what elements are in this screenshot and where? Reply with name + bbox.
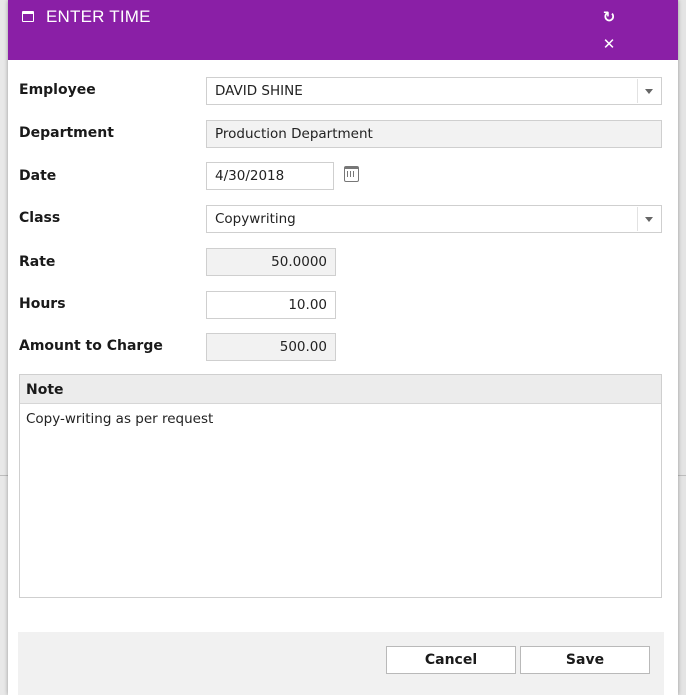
amount-field: 500.00 xyxy=(206,333,336,361)
chevron-down-icon[interactable] xyxy=(637,207,660,231)
department-label: Department xyxy=(19,125,114,141)
hours-label: Hours xyxy=(19,296,66,312)
department-field: Production Department xyxy=(206,120,662,148)
dialog-title: ENTER TIME xyxy=(46,7,151,26)
amount-label: Amount to Charge xyxy=(19,338,163,354)
employee-label: Employee xyxy=(19,82,96,98)
note-label: Note xyxy=(20,375,661,404)
dialog-titlebar: ENTER TIME ↻ ✕ xyxy=(8,0,678,60)
enter-time-dialog: ENTER TIME ↻ ✕ Employee DAVID SHINE Depa… xyxy=(8,0,678,695)
window-icon xyxy=(22,11,34,22)
note-textarea[interactable]: Copy-writing as per request xyxy=(20,404,661,434)
background-left-strip xyxy=(0,0,8,695)
chevron-down-icon[interactable] xyxy=(637,79,660,103)
cancel-button[interactable]: Cancel xyxy=(386,646,516,674)
class-select[interactable]: Copywriting xyxy=(206,205,662,233)
background-divider xyxy=(0,475,8,476)
save-button[interactable]: Save xyxy=(520,646,650,674)
class-value: Copywriting xyxy=(215,211,296,227)
date-label: Date xyxy=(19,168,57,184)
calendar-icon[interactable] xyxy=(344,166,359,182)
date-input[interactable]: 4/30/2018 xyxy=(206,162,334,190)
close-icon[interactable]: ✕ xyxy=(600,35,618,53)
note-panel: Note Copy-writing as per request xyxy=(19,374,662,598)
employee-value: DAVID SHINE xyxy=(215,83,303,99)
rate-field: 50.0000 xyxy=(206,248,336,276)
employee-select[interactable]: DAVID SHINE xyxy=(206,77,662,105)
class-label: Class xyxy=(19,210,61,226)
hours-input[interactable]: 10.00 xyxy=(206,291,336,319)
dialog-footer: Cancel Save xyxy=(18,632,664,695)
refresh-icon[interactable]: ↻ xyxy=(600,8,618,26)
rate-label: Rate xyxy=(19,254,56,270)
